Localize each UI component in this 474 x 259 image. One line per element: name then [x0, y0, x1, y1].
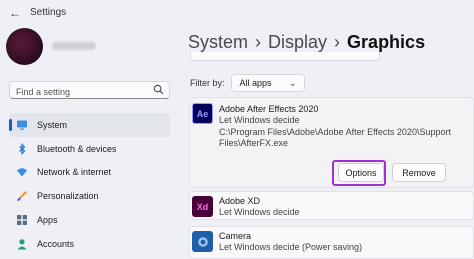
sidebar-item-system[interactable]: System: [9, 113, 170, 137]
app-name: Adobe After Effects 2020: [219, 104, 319, 114]
filter-label: Filter by:: [190, 78, 225, 88]
title-bar: ← Settings: [0, 0, 474, 26]
sidebar-item-network[interactable]: Network & internet: [9, 161, 170, 185]
back-arrow-icon[interactable]: ←: [9, 6, 21, 20]
filter-selected-value: All apps: [239, 78, 272, 88]
camera-icon: [197, 236, 208, 247]
page-title: Graphics: [347, 32, 426, 52]
breadcrumb: System › Display › Graphics: [188, 32, 425, 53]
remove-button[interactable]: Remove: [392, 163, 446, 182]
app-title: Settings: [30, 7, 67, 18]
find-setting-search[interactable]: [9, 81, 170, 100]
chevron-down-icon: ⌄: [288, 78, 297, 88]
sidebar-item-apps[interactable]: Apps: [9, 208, 170, 232]
sidebar-nav: System Bluetooth & devices Network & int…: [9, 113, 170, 256]
camera-logo-icon: [192, 231, 213, 252]
sidebar-item-label: Bluetooth & devices: [37, 143, 117, 154]
app-card-camera[interactable]: Camera Let Windows decide (Power saving): [189, 226, 474, 259]
wifi-icon: [17, 168, 27, 177]
filter-dropdown[interactable]: All apps ⌄: [230, 74, 305, 92]
search-icon[interactable]: [153, 84, 164, 95]
sidebar-item-label: Personalization: [37, 191, 99, 202]
after-effects-logo-icon: Ae: [192, 103, 213, 124]
breadcrumb-display[interactable]: Display: [268, 32, 327, 52]
app-name: Camera: [219, 231, 252, 241]
bluetooth-icon: [19, 142, 26, 155]
app-gpu-setting: Let Windows decide (Power saving): [219, 242, 363, 252]
options-highlight-box: [332, 160, 386, 186]
person-icon: [17, 239, 27, 250]
app-gpu-setting: Let Windows decide: [219, 115, 300, 125]
breadcrumb-separator: ›: [334, 32, 341, 52]
apps-icon: [17, 215, 27, 226]
search-list-input-clipped[interactable]: [190, 52, 430, 61]
app-card-adobe-xd[interactable]: Xd Adobe XD Let Windows decide: [189, 191, 474, 220]
app-name: Adobe XD: [219, 196, 261, 206]
sidebar-item-label: Apps: [37, 215, 58, 226]
adobe-xd-logo-icon: Xd: [192, 196, 213, 217]
app-path: C:\Program Files\Adobe\Adobe After Effec…: [219, 126, 451, 149]
breadcrumb-separator: ›: [255, 32, 262, 52]
brush-icon: [17, 191, 27, 202]
sidebar-item-label: Network & internet: [37, 167, 112, 178]
monitor-icon: [17, 120, 27, 130]
avatar[interactable]: [6, 28, 43, 65]
sidebar-item-label: Accounts: [37, 238, 75, 249]
sidebar-item-label: System: [37, 119, 68, 130]
search-input[interactable]: [10, 84, 150, 100]
sidebar-item-personalization[interactable]: Personalization: [9, 184, 170, 208]
user-name-blurred: [52, 42, 96, 50]
app-gpu-setting: Let Windows decide: [219, 207, 300, 217]
sidebar-item-bluetooth[interactable]: Bluetooth & devices: [9, 137, 170, 161]
breadcrumb-system[interactable]: System: [188, 32, 248, 52]
filter-row: Filter by: All apps ⌄: [190, 74, 305, 92]
sidebar-item-accounts[interactable]: Accounts: [9, 232, 170, 256]
